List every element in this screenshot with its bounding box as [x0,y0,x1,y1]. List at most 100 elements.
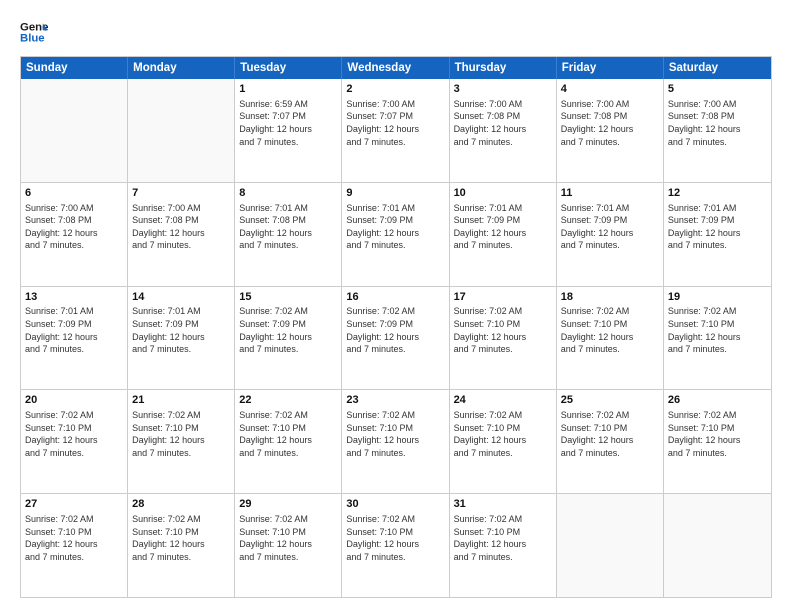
day-number: 13 [25,290,123,305]
day-info: Sunrise: 7:01 AM Sunset: 7:08 PM Dayligh… [239,202,337,252]
day-number: 24 [454,393,552,408]
day-number: 7 [132,186,230,201]
day-info: Sunrise: 7:00 AM Sunset: 7:08 PM Dayligh… [132,202,230,252]
day-cell-3: 3Sunrise: 7:00 AM Sunset: 7:08 PM Daylig… [450,79,557,182]
day-cell-4: 4Sunrise: 7:00 AM Sunset: 7:08 PM Daylig… [557,79,664,182]
day-header-friday: Friday [557,57,664,79]
day-number: 30 [346,497,444,512]
day-header-sunday: Sunday [21,57,128,79]
day-number: 1 [239,82,337,97]
day-cell-21: 21Sunrise: 7:02 AM Sunset: 7:10 PM Dayli… [128,390,235,493]
day-cell-7: 7Sunrise: 7:00 AM Sunset: 7:08 PM Daylig… [128,183,235,286]
day-cell-27: 27Sunrise: 7:02 AM Sunset: 7:10 PM Dayli… [21,494,128,597]
day-info: Sunrise: 7:01 AM Sunset: 7:09 PM Dayligh… [346,202,444,252]
day-cell-20: 20Sunrise: 7:02 AM Sunset: 7:10 PM Dayli… [21,390,128,493]
week-row-3: 13Sunrise: 7:01 AM Sunset: 7:09 PM Dayli… [21,286,771,390]
day-number: 25 [561,393,659,408]
day-info: Sunrise: 7:01 AM Sunset: 7:09 PM Dayligh… [668,202,767,252]
day-info: Sunrise: 7:02 AM Sunset: 7:10 PM Dayligh… [132,409,230,459]
day-header-saturday: Saturday [664,57,771,79]
day-number: 2 [346,82,444,97]
empty-cell [664,494,771,597]
day-header-thursday: Thursday [450,57,557,79]
day-info: Sunrise: 7:02 AM Sunset: 7:10 PM Dayligh… [561,305,659,355]
day-number: 21 [132,393,230,408]
day-cell-18: 18Sunrise: 7:02 AM Sunset: 7:10 PM Dayli… [557,287,664,390]
day-info: Sunrise: 7:02 AM Sunset: 7:10 PM Dayligh… [25,409,123,459]
day-info: Sunrise: 7:02 AM Sunset: 7:10 PM Dayligh… [346,513,444,563]
day-cell-8: 8Sunrise: 7:01 AM Sunset: 7:08 PM Daylig… [235,183,342,286]
day-cell-25: 25Sunrise: 7:02 AM Sunset: 7:10 PM Dayli… [557,390,664,493]
day-cell-13: 13Sunrise: 7:01 AM Sunset: 7:09 PM Dayli… [21,287,128,390]
day-cell-15: 15Sunrise: 7:02 AM Sunset: 7:09 PM Dayli… [235,287,342,390]
header: General Blue [20,18,772,46]
day-cell-5: 5Sunrise: 7:00 AM Sunset: 7:08 PM Daylig… [664,79,771,182]
day-header-monday: Monday [128,57,235,79]
day-cell-28: 28Sunrise: 7:02 AM Sunset: 7:10 PM Dayli… [128,494,235,597]
day-info: Sunrise: 7:01 AM Sunset: 7:09 PM Dayligh… [25,305,123,355]
day-info: Sunrise: 7:02 AM Sunset: 7:10 PM Dayligh… [25,513,123,563]
day-info: Sunrise: 7:02 AM Sunset: 7:10 PM Dayligh… [454,409,552,459]
day-info: Sunrise: 7:02 AM Sunset: 7:10 PM Dayligh… [346,409,444,459]
day-number: 17 [454,290,552,305]
day-info: Sunrise: 7:02 AM Sunset: 7:09 PM Dayligh… [239,305,337,355]
day-number: 11 [561,186,659,201]
day-cell-2: 2Sunrise: 7:00 AM Sunset: 7:07 PM Daylig… [342,79,449,182]
svg-text:Blue: Blue [20,33,45,45]
day-cell-30: 30Sunrise: 7:02 AM Sunset: 7:10 PM Dayli… [342,494,449,597]
day-info: Sunrise: 7:01 AM Sunset: 7:09 PM Dayligh… [561,202,659,252]
day-header-tuesday: Tuesday [235,57,342,79]
day-info: Sunrise: 7:01 AM Sunset: 7:09 PM Dayligh… [132,305,230,355]
week-row-4: 20Sunrise: 7:02 AM Sunset: 7:10 PM Dayli… [21,389,771,493]
day-cell-14: 14Sunrise: 7:01 AM Sunset: 7:09 PM Dayli… [128,287,235,390]
day-number: 15 [239,290,337,305]
day-cell-10: 10Sunrise: 7:01 AM Sunset: 7:09 PM Dayli… [450,183,557,286]
day-cell-22: 22Sunrise: 7:02 AM Sunset: 7:10 PM Dayli… [235,390,342,493]
day-cell-6: 6Sunrise: 7:00 AM Sunset: 7:08 PM Daylig… [21,183,128,286]
day-number: 26 [668,393,767,408]
day-number: 14 [132,290,230,305]
day-info: Sunrise: 7:02 AM Sunset: 7:10 PM Dayligh… [132,513,230,563]
day-cell-9: 9Sunrise: 7:01 AM Sunset: 7:09 PM Daylig… [342,183,449,286]
day-number: 4 [561,82,659,97]
day-number: 16 [346,290,444,305]
day-cell-11: 11Sunrise: 7:01 AM Sunset: 7:09 PM Dayli… [557,183,664,286]
day-cell-26: 26Sunrise: 7:02 AM Sunset: 7:10 PM Dayli… [664,390,771,493]
logo-icon: General Blue [20,18,48,46]
day-number: 12 [668,186,767,201]
day-cell-23: 23Sunrise: 7:02 AM Sunset: 7:10 PM Dayli… [342,390,449,493]
day-info: Sunrise: 7:02 AM Sunset: 7:10 PM Dayligh… [239,409,337,459]
day-number: 5 [668,82,767,97]
day-info: Sunrise: 7:01 AM Sunset: 7:09 PM Dayligh… [454,202,552,252]
day-cell-16: 16Sunrise: 7:02 AM Sunset: 7:09 PM Dayli… [342,287,449,390]
week-row-1: 1Sunrise: 6:59 AM Sunset: 7:07 PM Daylig… [21,79,771,182]
day-info: Sunrise: 7:00 AM Sunset: 7:08 PM Dayligh… [561,98,659,148]
day-info: Sunrise: 7:00 AM Sunset: 7:08 PM Dayligh… [25,202,123,252]
calendar: SundayMondayTuesdayWednesdayThursdayFrid… [20,56,772,598]
day-cell-19: 19Sunrise: 7:02 AM Sunset: 7:10 PM Dayli… [664,287,771,390]
day-number: 19 [668,290,767,305]
day-info: Sunrise: 7:02 AM Sunset: 7:10 PM Dayligh… [454,513,552,563]
day-number: 22 [239,393,337,408]
empty-cell [128,79,235,182]
day-number: 8 [239,186,337,201]
calendar-body: 1Sunrise: 6:59 AM Sunset: 7:07 PM Daylig… [21,79,771,597]
day-number: 10 [454,186,552,201]
week-row-5: 27Sunrise: 7:02 AM Sunset: 7:10 PM Dayli… [21,493,771,597]
day-number: 18 [561,290,659,305]
week-row-2: 6Sunrise: 7:00 AM Sunset: 7:08 PM Daylig… [21,182,771,286]
day-info: Sunrise: 6:59 AM Sunset: 7:07 PM Dayligh… [239,98,337,148]
day-number: 31 [454,497,552,512]
day-info: Sunrise: 7:02 AM Sunset: 7:10 PM Dayligh… [668,305,767,355]
calendar-header: SundayMondayTuesdayWednesdayThursdayFrid… [21,57,771,79]
day-info: Sunrise: 7:02 AM Sunset: 7:10 PM Dayligh… [561,409,659,459]
day-cell-29: 29Sunrise: 7:02 AM Sunset: 7:10 PM Dayli… [235,494,342,597]
day-info: Sunrise: 7:00 AM Sunset: 7:08 PM Dayligh… [668,98,767,148]
logo: General Blue [20,18,48,46]
day-cell-31: 31Sunrise: 7:02 AM Sunset: 7:10 PM Dayli… [450,494,557,597]
day-info: Sunrise: 7:00 AM Sunset: 7:07 PM Dayligh… [346,98,444,148]
day-number: 29 [239,497,337,512]
day-info: Sunrise: 7:02 AM Sunset: 7:10 PM Dayligh… [239,513,337,563]
empty-cell [21,79,128,182]
day-number: 3 [454,82,552,97]
